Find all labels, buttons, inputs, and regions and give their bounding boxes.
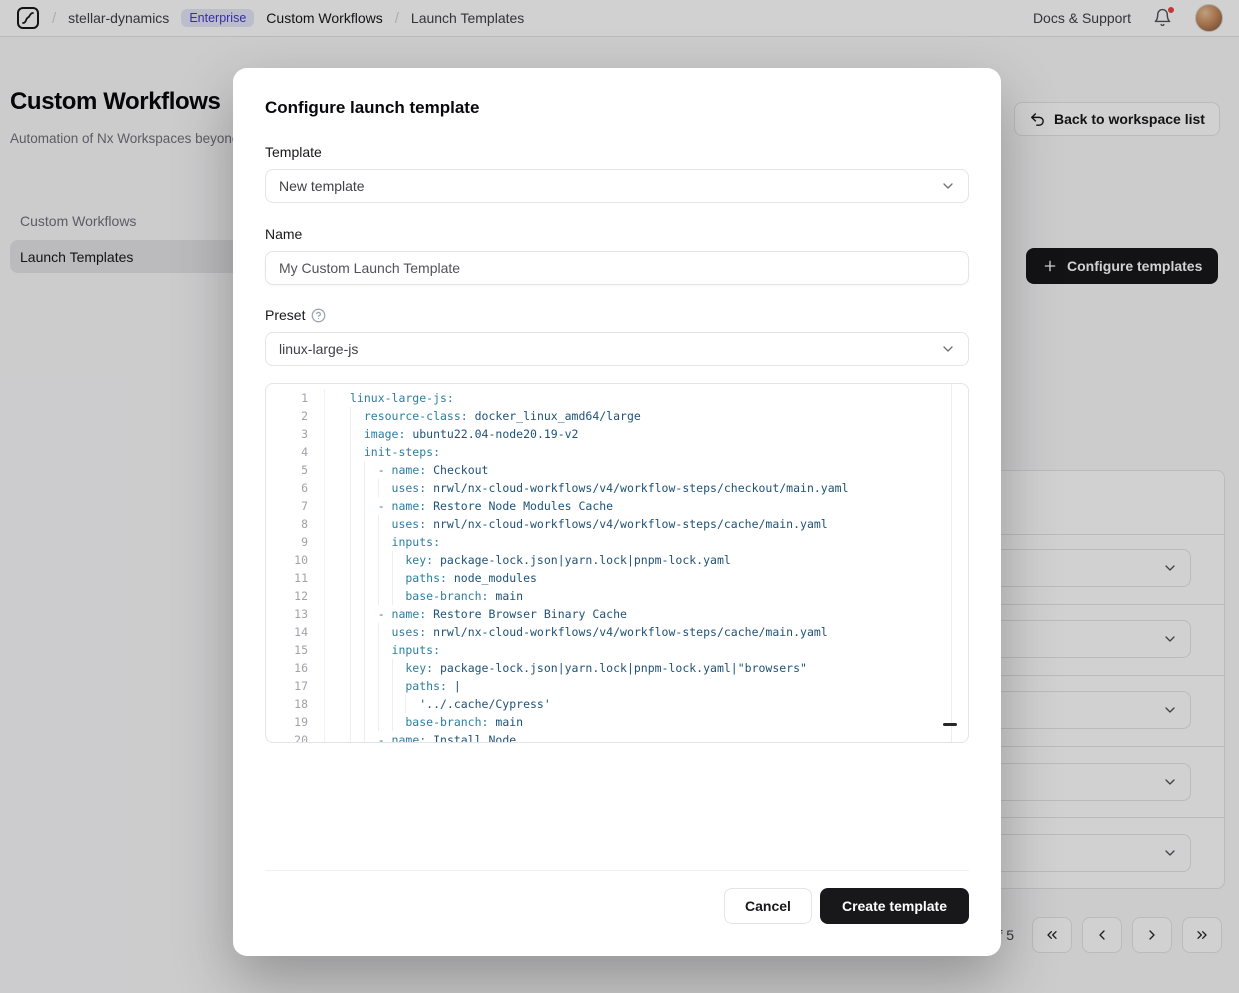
- code-line: 10key: package-lock.json|yarn.lock|pnpm-…: [266, 551, 968, 569]
- code-line: 13- name: Restore Browser Binary Cache: [266, 605, 968, 623]
- code-line: 11paths: node_modules: [266, 569, 968, 587]
- line-number: 11: [266, 569, 308, 587]
- preset-label: Preset: [265, 305, 969, 325]
- template-label: Template: [265, 142, 969, 162]
- code-line: 17paths: |: [266, 677, 968, 695]
- code-line: 20- name: Install Node: [266, 731, 968, 743]
- line-number: 8: [266, 515, 308, 533]
- code-line: 6uses: nrwl/nx-cloud-workflows/v4/workfl…: [266, 479, 968, 497]
- preset-label-text: Preset: [265, 305, 305, 325]
- code-line: 19base-branch: main: [266, 713, 968, 731]
- preset-select-value: linux-large-js: [279, 341, 940, 357]
- line-number: 20: [266, 731, 308, 743]
- code-line: 2resource-class: docker_linux_amd64/larg…: [266, 407, 968, 425]
- preset-select[interactable]: linux-large-js: [265, 332, 969, 366]
- line-number: 14: [266, 623, 308, 641]
- help-circle-icon[interactable]: [311, 308, 326, 323]
- line-number: 13: [266, 605, 308, 623]
- code-line: 8uses: nrwl/nx-cloud-workflows/v4/workfl…: [266, 515, 968, 533]
- line-number: 6: [266, 479, 308, 497]
- line-number: 19: [266, 713, 308, 731]
- code-line: 5- name: Checkout: [266, 461, 968, 479]
- line-number: 1: [266, 389, 308, 407]
- code-line: 4init-steps:: [266, 443, 968, 461]
- code-line: 9inputs:: [266, 533, 968, 551]
- line-number: 9: [266, 533, 308, 551]
- cancel-button[interactable]: Cancel: [724, 888, 812, 924]
- name-input[interactable]: [265, 251, 969, 285]
- yaml-editor[interactable]: 1linux-large-js:2resource-class: docker_…: [265, 383, 969, 743]
- line-number: 16: [266, 659, 308, 677]
- code-line: 1linux-large-js:: [266, 389, 968, 407]
- template-select-value: New template: [279, 178, 940, 194]
- modal-title: Configure launch template: [265, 98, 969, 118]
- configure-launch-template-modal: Configure launch template Template New t…: [233, 68, 1001, 956]
- code-line: 15inputs:: [266, 641, 968, 659]
- line-number: 4: [266, 443, 308, 461]
- line-number: 17: [266, 677, 308, 695]
- footer-divider: [265, 870, 969, 871]
- line-number: 3: [266, 425, 308, 443]
- app-root: / stellar-dynamics Enterprise Custom Wor…: [0, 0, 1239, 993]
- create-template-button[interactable]: Create template: [820, 888, 969, 924]
- chevron-down-icon: [940, 178, 956, 194]
- code-line: 3image: ubuntu22.04-node20.19-v2: [266, 425, 968, 443]
- code-line: 18'../.cache/Cypress': [266, 695, 968, 713]
- editor-scrollbar-track: [951, 384, 952, 742]
- line-number: 12: [266, 587, 308, 605]
- line-number: 2: [266, 407, 308, 425]
- code-line: 7- name: Restore Node Modules Cache: [266, 497, 968, 515]
- name-label: Name: [265, 224, 969, 244]
- line-number: 15: [266, 641, 308, 659]
- line-number: 18: [266, 695, 308, 713]
- line-number: 7: [266, 497, 308, 515]
- editor-scrollbar-thumb[interactable]: [943, 723, 957, 727]
- template-select[interactable]: New template: [265, 169, 969, 203]
- code-line: 14uses: nrwl/nx-cloud-workflows/v4/workf…: [266, 623, 968, 641]
- chevron-down-icon: [940, 341, 956, 357]
- code-line: 12base-branch: main: [266, 587, 968, 605]
- modal-footer: Cancel Create template: [265, 888, 969, 924]
- line-number: 5: [266, 461, 308, 479]
- line-number: 10: [266, 551, 308, 569]
- code-line: 16key: package-lock.json|yarn.lock|pnpm-…: [266, 659, 968, 677]
